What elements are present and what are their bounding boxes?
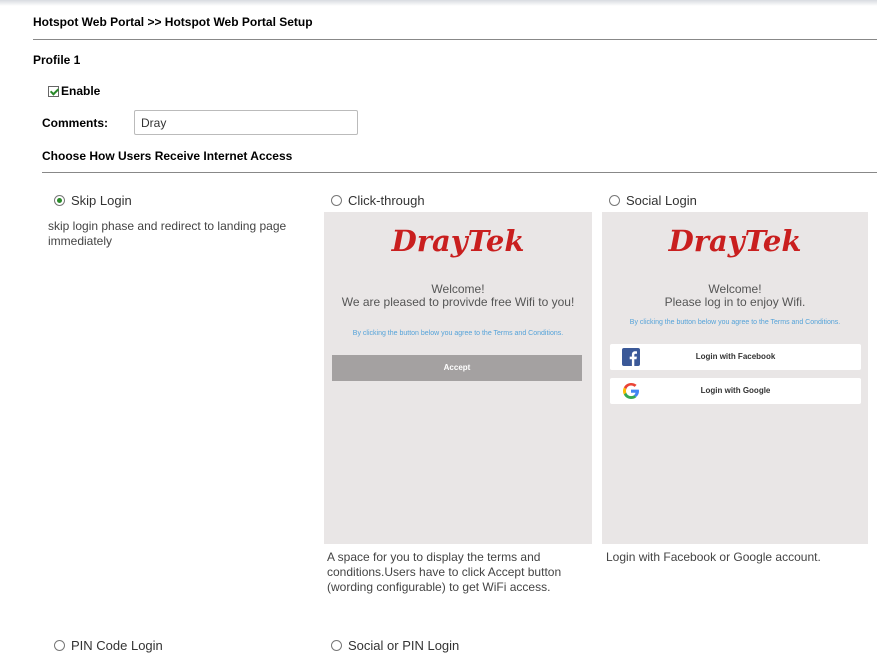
google-login-label: Login with Google <box>700 386 771 395</box>
radio-icon[interactable] <box>331 640 342 651</box>
breadcrumb: Hotspot Web Portal >> Hotspot Web Portal… <box>33 15 313 29</box>
option-pin-code-login[interactable]: PIN Code Login <box>54 638 163 653</box>
radio-icon[interactable] <box>331 195 342 206</box>
option-social-login[interactable]: Social Login <box>609 193 697 208</box>
option-description: A space for you to display the terms and… <box>327 550 562 594</box>
click-through-preview: DrayTek Welcome! We are pleased to provi… <box>324 212 592 544</box>
social-login-preview: DrayTek Welcome! Please log in to enjoy … <box>602 212 868 544</box>
enable-checkbox[interactable]: Enable <box>48 84 100 98</box>
preview-message: We are pleased to provivde free Wifi to … <box>341 295 575 309</box>
profile-title: Profile 1 <box>33 53 81 67</box>
option-label: Social or PIN Login <box>348 638 460 653</box>
option-click-through[interactable]: Click-through <box>331 193 425 208</box>
divider <box>42 172 877 173</box>
option-label: Social Login <box>626 193 697 208</box>
preview-facebook-button: Login with Facebook <box>610 344 861 370</box>
preview-terms: By clicking the button below you agree t… <box>352 330 564 337</box>
divider <box>33 39 877 40</box>
comments-input[interactable] <box>134 110 358 135</box>
option-label: Click-through <box>348 193 425 208</box>
radio-selected-icon[interactable] <box>54 195 65 206</box>
preview-accept-button: Accept <box>332 355 582 381</box>
option-description: skip login phase and redirect to landing… <box>48 219 287 248</box>
preview-welcome: Welcome! <box>431 282 485 296</box>
radio-icon[interactable] <box>609 195 620 206</box>
enable-label: Enable <box>61 84 101 98</box>
access-method-title: Choose How Users Receive Internet Access <box>42 149 293 163</box>
preview-message: Please log in to enjoy Wifi. <box>664 295 806 309</box>
checkbox-checked-icon[interactable] <box>48 85 59 97</box>
option-description: Login with Facebook or Google account. <box>606 550 821 564</box>
draytek-logo: DrayTek <box>391 224 525 258</box>
comments-label: Comments: <box>42 116 109 130</box>
radio-icon[interactable] <box>54 640 65 651</box>
option-skip-login[interactable]: Skip Login <box>54 193 132 208</box>
preview-terms: By clicking the button below you agree t… <box>629 319 841 326</box>
facebook-login-label: Login with Facebook <box>695 352 776 361</box>
top-gradient-bar <box>0 0 877 6</box>
preview-google-button: Login with Google <box>610 378 861 404</box>
option-social-or-pin-login[interactable]: Social or PIN Login <box>331 638 459 653</box>
option-label: Skip Login <box>71 193 132 208</box>
draytek-logo: DrayTek <box>668 224 802 258</box>
preview-welcome: Welcome! <box>708 282 762 296</box>
option-label: PIN Code Login <box>71 638 163 653</box>
